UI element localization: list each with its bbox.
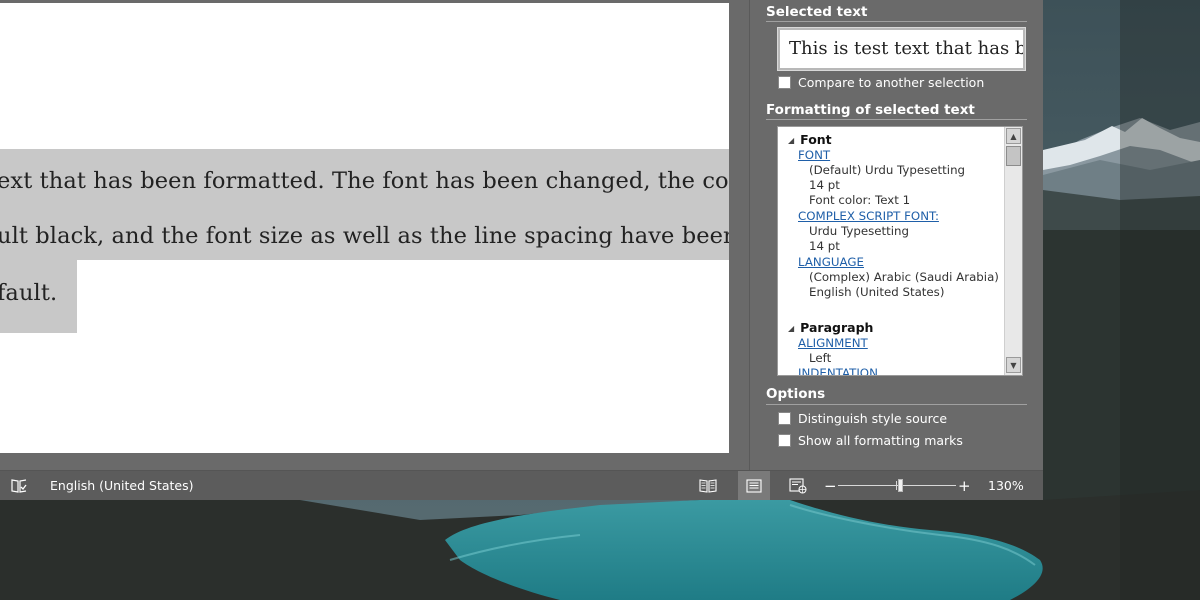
status-bar: English (United States) − + 130% [0, 470, 1043, 500]
language-value: English (United States) [809, 285, 945, 299]
word-window: ext that has been formatted. The font ha… [0, 0, 1043, 500]
zoom-in-button[interactable]: + [958, 471, 971, 500]
indentation-link[interactable]: INDENTATION [798, 366, 878, 375]
font-heading-label: Font [800, 132, 832, 147]
scroll-down-arrow-icon[interactable]: ▼ [1006, 357, 1021, 373]
show-formatting-marks-checkbox[interactable] [778, 434, 791, 447]
complex-font-value: 14 pt [809, 239, 840, 253]
web-layout-icon[interactable] [786, 471, 810, 500]
alignment-link[interactable]: ALIGNMENT [798, 336, 868, 350]
document-line: ext that has been formatted. The font ha… [0, 168, 729, 194]
document-line: ult black, and the font size as well as … [0, 223, 729, 249]
show-formatting-marks-label: Show all formatting marks [798, 433, 963, 448]
vertical-scrollbar[interactable]: ▲ ▼ [1004, 127, 1022, 375]
zoom-out-button[interactable]: − [824, 471, 837, 500]
zoom-slider-center-mark [896, 481, 897, 490]
selected-text-preview[interactable]: This is test text that has been formatte… [777, 27, 1026, 71]
distinguish-style-source-row[interactable]: Distinguish style source [778, 411, 947, 426]
triangle-expanded-icon[interactable]: ◢ [788, 136, 794, 145]
read-mode-icon[interactable] [696, 471, 720, 500]
divider [766, 404, 1027, 405]
complex-script-font-link[interactable]: COMPLEX SCRIPT FONT: [798, 209, 939, 223]
distinguish-style-source-label: Distinguish style source [798, 411, 948, 426]
formatting-title: Formatting of selected text [766, 102, 975, 118]
proofing-book-icon[interactable] [10, 471, 32, 500]
zoom-slider-thumb[interactable] [898, 479, 903, 492]
font-value: (Default) Urdu Typesetting [809, 163, 966, 177]
divider [766, 119, 1027, 120]
show-formatting-marks-row[interactable]: Show all formatting marks [778, 433, 963, 448]
scroll-up-arrow-icon[interactable]: ▲ [1006, 128, 1021, 144]
paragraph-heading-label: Paragraph [800, 320, 874, 335]
language-value: (Complex) Arabic (Saudi Arabia) [809, 270, 999, 284]
document-page[interactable]: ext that has been formatted. The font ha… [0, 3, 729, 453]
font-value: 14 pt [809, 178, 840, 192]
compare-label: Compare to another selection [798, 75, 985, 90]
reveal-formatting-pane: Selected text This is test text that has… [749, 0, 1043, 470]
selected-text-title: Selected text [766, 4, 868, 20]
zoom-percentage[interactable]: 130% [988, 471, 1024, 500]
formatting-details-box[interactable]: ◢ Font FONT (Default) Urdu Typesetting 14… [777, 126, 1023, 376]
options-title: Options [766, 386, 826, 402]
complex-font-value: Urdu Typesetting [809, 224, 909, 238]
paragraph-section-heading[interactable]: ◢ Paragraph [788, 320, 873, 335]
distinguish-style-source-checkbox[interactable] [778, 412, 791, 425]
font-value: Font color: Text 1 [809, 193, 911, 207]
divider [766, 21, 1027, 22]
compare-checkbox[interactable] [778, 76, 791, 89]
print-layout-icon[interactable] [738, 471, 770, 500]
document-line: fault. [0, 280, 58, 306]
zoom-slider-track[interactable] [838, 485, 956, 486]
font-link[interactable]: FONT [798, 148, 830, 162]
selected-text-value: This is test text that has been formatte… [789, 38, 1023, 59]
compare-checkbox-row[interactable]: Compare to another selection [778, 75, 984, 90]
font-section-heading[interactable]: ◢ Font [788, 132, 832, 147]
triangle-expanded-icon[interactable]: ◢ [788, 324, 794, 333]
language-link[interactable]: LANGUAGE [798, 255, 864, 269]
language-indicator[interactable]: English (United States) [50, 471, 194, 500]
scrollbar-thumb[interactable] [1006, 146, 1021, 166]
alignment-value: Left [809, 351, 832, 365]
